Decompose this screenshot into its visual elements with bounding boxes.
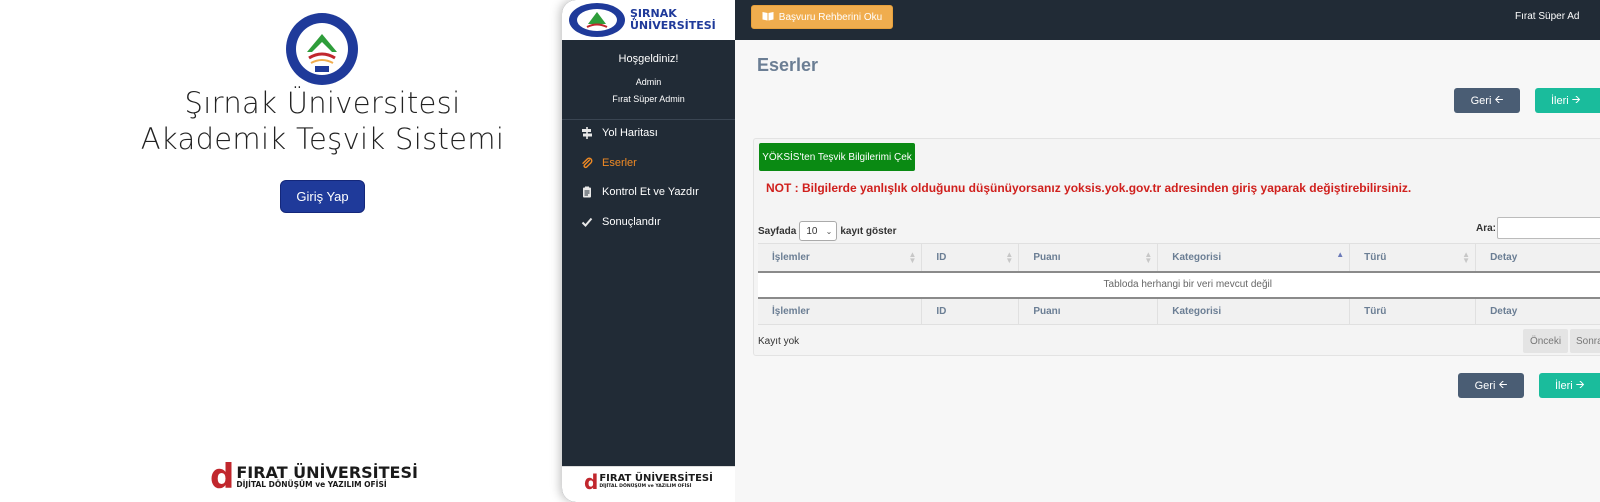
footer-column-id: ID [921, 296, 1020, 325]
sidebar-divider [562, 119, 735, 120]
warning-note: NOT : Bilgilerde yanlışlık olduğunu düşü… [766, 181, 1412, 195]
login-button[interactable]: Giriş Yap [280, 180, 365, 213]
firat-d-mark-icon: d [584, 470, 599, 494]
sort-ascending-icon: ▲ [1336, 250, 1345, 259]
sidebar-item-yol-haritasi[interactable]: Yol Haritası [580, 126, 658, 140]
search-input[interactable] [1497, 217, 1600, 239]
sort-icon: ▲ ▼ [1005, 250, 1014, 265]
back-button-top[interactable]: Geri 🡨 [1454, 88, 1520, 113]
column-header-detay[interactable]: Detay [1475, 243, 1600, 273]
back-button-label: Geri [1474, 379, 1496, 392]
user-menu[interactable]: Fırat Süper Ad [1515, 11, 1579, 22]
footer-column-turu: Türü [1349, 296, 1477, 325]
user-role: Admin [635, 77, 662, 87]
firat-university-small-logo: d FIRAT ÜNİVERSİTESİ DİJİTAL DÖNÜŞÜM ve … [584, 472, 713, 492]
sidebar-item-kontrol-et[interactable]: Kontrol Et ve Yazdır [580, 185, 699, 199]
university-seal-small-logo [569, 3, 625, 37]
footer-column-kategorisi: Kategorisi [1157, 296, 1351, 325]
firat-logo-subtitle: DİJİTAL DÖNÜŞÜM ve YAZILIM OFİSİ [236, 479, 387, 489]
column-header-turu[interactable]: Türü ▲ ▼ [1349, 243, 1477, 273]
column-label: İşlemler [772, 251, 810, 263]
page-title: Eserler [757, 55, 819, 75]
length-suffix: kayıt göster [840, 225, 897, 237]
column-label: Türü [1364, 251, 1387, 263]
check-icon [580, 215, 594, 229]
sort-icon: ▲ ▼ [1144, 250, 1153, 265]
page-length-value: 10 [806, 225, 818, 237]
app-window: ŞIRNAK ÜNİVERSİTESİ Hoşgeldiniz! Admin F… [562, 0, 1600, 502]
length-prefix: Sayfada [758, 225, 797, 237]
arrow-left-icon: 🡨 [1494, 94, 1504, 106]
previous-page-button[interactable]: Önceki [1523, 329, 1568, 353]
brand-name: ŞIRNAK ÜNİVERSİTESİ [630, 8, 716, 31]
next-page-button[interactable]: Sonraki [1570, 329, 1600, 353]
next-button-label: İleri [1555, 379, 1573, 392]
page-length-control: Sayfada 10 ⌄ kayıt göster [758, 221, 897, 241]
firat-logo-name: FIRAT ÜNİVERSİTESİ [236, 462, 418, 482]
book-icon [762, 11, 774, 24]
column-header-kategorisi[interactable]: Kategorisi ▲ [1157, 243, 1351, 273]
column-header-puani[interactable]: Puanı ▲ ▼ [1018, 243, 1159, 273]
paperclip-icon [580, 156, 594, 170]
top-navbar: Başvuru Rehberini Oku Fırat Süper Ad [735, 0, 1600, 40]
welcome-text: Hoşgeldiniz! [618, 53, 679, 65]
next-button-bottom[interactable]: İleri 🡪 [1539, 373, 1600, 398]
login-title-line1: Şırnak Üniversitesi [184, 86, 461, 120]
footer-column-detay: Detay [1475, 296, 1600, 325]
brand-header[interactable]: ŞIRNAK ÜNİVERSİTESİ [562, 0, 735, 40]
column-label: Kategorisi [1172, 251, 1222, 263]
chevron-down-icon: ⌄ [825, 226, 833, 236]
data-table: İşlemler ▲ ▼ ID ▲ ▼ Puanı ▲ ▼ Kategorisi ▲ Türü… [758, 243, 1600, 325]
empty-table-message: Tabloda herhangi bir veri mevcut değil [758, 271, 1600, 298]
clipboard-icon [580, 185, 594, 199]
back-button-label: Geri [1470, 94, 1492, 107]
column-label: Puanı [1033, 251, 1061, 263]
footer-column-puani: Puanı [1018, 296, 1159, 325]
data-panel: YÖKSİS'ten Teşvik Bilgilerimi Çek NOT : … [753, 138, 1600, 356]
main-content: Eserler Geri 🡨 İleri 🡪 YÖKSİS'ten Teşvik… [735, 40, 1600, 502]
sidebar-item-label: Sonuçlandır [602, 216, 661, 228]
footer-column-islemler: İşlemler [758, 296, 923, 325]
guide-button[interactable]: Başvuru Rehberini Oku [751, 5, 893, 29]
sidebar-item-eserler[interactable]: Eserler [580, 156, 637, 170]
firat-university-logo: d FIRAT ÜNİVERSİTESİ DİJİTAL DÖNÜŞÜM ve … [210, 460, 418, 494]
column-label: ID [936, 251, 947, 263]
sidebar-item-label: Yol Haritası [602, 127, 658, 139]
screen: Şırnak Üniversitesi Akademik Teşvik Sist… [0, 0, 1600, 502]
firat-d-mark-icon: d [210, 457, 235, 497]
table-row-empty: Tabloda herhangi bir veri mevcut değil [758, 271, 1600, 298]
guide-button-label: Başvuru Rehberini Oku [778, 11, 883, 23]
search-label: Ara: [1476, 223, 1497, 234]
sidebar-item-label: Kontrol Et ve Yazdır [602, 186, 699, 198]
firat-logo-name: FIRAT ÜNİVERSİTESİ [599, 473, 713, 485]
table-footer-row: İşlemler ID Puanı Kategorisi Türü Detay [758, 296, 1600, 325]
sidebar-item-label: Eserler [602, 157, 637, 169]
back-button-bottom[interactable]: Geri 🡨 [1458, 373, 1524, 398]
next-button-label: İleri [1551, 94, 1569, 107]
firat-logo-subtitle: DİJİTAL DÖNÜŞÜM ve YAZILIM OFİSİ [599, 484, 692, 490]
arrow-left-icon: 🡨 [1498, 379, 1508, 391]
column-header-islemler[interactable]: İşlemler ▲ ▼ [758, 243, 923, 273]
yoksis-fetch-button[interactable]: YÖKSİS'ten Teşvik Bilgilerimi Çek [759, 143, 915, 171]
university-seal-logo [286, 13, 358, 85]
sort-icon: ▲ ▼ [908, 250, 917, 265]
column-label: Detay [1490, 251, 1518, 263]
sidebar-item-sonuclandir[interactable]: Sonuçlandır [580, 215, 661, 229]
signpost-icon [580, 126, 594, 140]
table-info: Kayıt yok [758, 336, 800, 347]
brand-name-line2: ÜNİVERSİTESİ [630, 19, 716, 32]
arrow-right-icon: 🡪 [1571, 94, 1581, 106]
user-name: Fırat Süper Admin [612, 94, 685, 104]
page-length-select[interactable]: 10 ⌄ [799, 221, 838, 241]
arrow-right-icon: 🡪 [1575, 379, 1585, 391]
sidebar: ŞIRNAK ÜNİVERSİTESİ Hoşgeldiniz! Admin F… [562, 0, 735, 502]
next-button-top[interactable]: İleri 🡪 [1535, 88, 1600, 113]
table-header-row: İşlemler ▲ ▼ ID ▲ ▼ Puanı ▲ ▼ Kategorisi ▲ Türü… [758, 243, 1600, 273]
login-title-line2: Akademik Teşvik Sistemi [140, 122, 505, 156]
login-panel: Şırnak Üniversitesi Akademik Teşvik Sist… [0, 0, 645, 502]
column-header-id[interactable]: ID ▲ ▼ [921, 243, 1020, 273]
sort-icon: ▲ ▼ [1462, 250, 1471, 265]
